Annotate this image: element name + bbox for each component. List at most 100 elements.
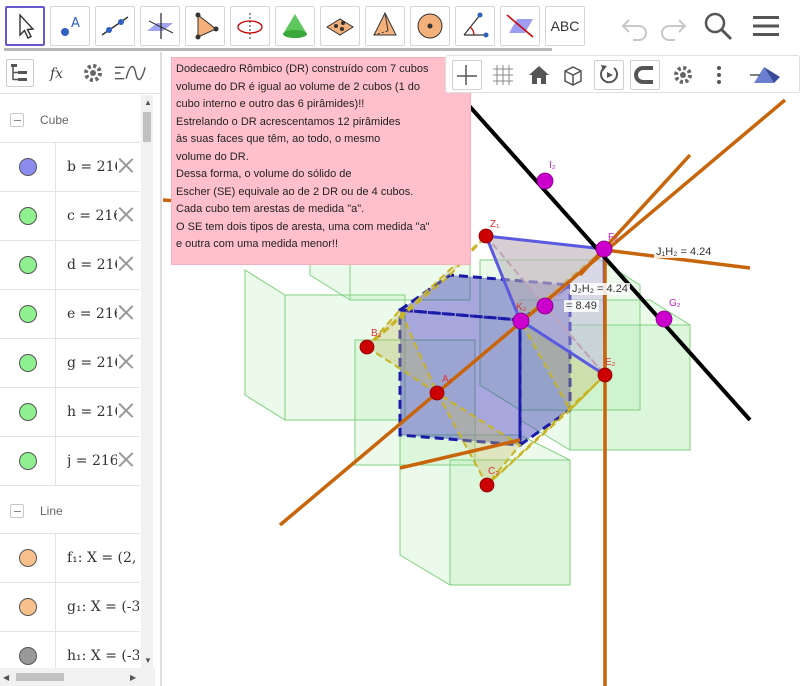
search-button[interactable] [700, 8, 736, 44]
visibility-toggle[interactable] [19, 305, 37, 323]
delete-icon[interactable] [118, 402, 134, 418]
algebra-row[interactable]: h₁: X = (-3, [0, 632, 140, 668]
grid-icon [493, 65, 513, 85]
algebra-view-header: fx [0, 52, 160, 94]
algebra-settings-button[interactable] [79, 59, 107, 87]
visibility-cell [0, 534, 56, 582]
clipping-button[interactable] [630, 60, 660, 90]
algebra-row[interactable]: h = 216 [0, 388, 140, 437]
toolbar-scrollbar[interactable] [4, 48, 552, 51]
scroll-down-icon[interactable]: ▼ [144, 656, 152, 665]
group-header-line[interactable]: Line [0, 486, 140, 534]
algebra-expression[interactable]: f₁: X = (2, 8 [67, 550, 139, 566]
algebra-expression[interactable]: g = 216 [67, 355, 117, 371]
grid-toggle-button[interactable] [488, 60, 518, 90]
visibility-toggle[interactable] [19, 549, 37, 567]
collapse-icon[interactable] [10, 113, 24, 127]
delete-icon[interactable] [118, 451, 134, 467]
view-direction-button[interactable] [558, 60, 588, 90]
scroll-right-icon[interactable]: ▶ [130, 673, 136, 682]
cone-tool-button[interactable] [275, 6, 315, 46]
svg-text:fx: fx [49, 66, 63, 82]
group-header-cube[interactable]: Cube [0, 95, 140, 143]
scroll-up-icon[interactable]: ▲ [144, 98, 152, 107]
home-icon [529, 66, 549, 84]
sphere-tool-button[interactable] [410, 6, 450, 46]
algebra-description-button[interactable] [112, 59, 148, 87]
delete-icon[interactable] [118, 353, 134, 369]
algebra-row[interactable]: c = 216 [0, 192, 140, 241]
algebra-expression[interactable]: c = 216 [67, 208, 117, 224]
algebra-row[interactable]: g = 216 [0, 339, 140, 388]
line-tool-button[interactable] [95, 6, 135, 46]
visibility-toggle[interactable] [19, 354, 37, 372]
visibility-toggle[interactable] [19, 647, 37, 665]
style-bar-toggle-icon [750, 67, 780, 83]
rotate-view-button[interactable] [594, 60, 624, 90]
toggle-style-bar-button[interactable] [746, 60, 786, 90]
algebra-row[interactable]: d = 216 [0, 241, 140, 290]
group-name: Line [40, 504, 63, 518]
algebra-expression[interactable]: b = 216 [67, 159, 117, 175]
visibility-toggle[interactable] [19, 256, 37, 274]
visibility-cell [0, 290, 56, 338]
text-line: Escher (SE) equivale ao de 2 DR ou de 4 … [176, 185, 414, 198]
algebra-vertical-scrollbar[interactable] [141, 95, 153, 668]
delete-icon[interactable] [118, 255, 134, 271]
algebra-expression[interactable]: g₁: X = (-3, [67, 599, 139, 615]
angle-icon [463, 12, 489, 38]
undo-button[interactable] [617, 8, 653, 44]
text-tool-button[interactable]: ABC [545, 6, 585, 46]
visibility-toggle[interactable] [19, 452, 37, 470]
delete-icon[interactable] [118, 206, 134, 222]
redo-button[interactable] [655, 8, 691, 44]
point-tool-button[interactable]: A [50, 6, 90, 46]
collapse-icon[interactable] [10, 504, 24, 518]
algebra-expression[interactable]: e = 216 [67, 306, 117, 322]
visibility-toggle[interactable] [19, 158, 37, 176]
angle-tool-button[interactable] [455, 6, 495, 46]
reflect-tool-button[interactable] [500, 6, 540, 46]
algebra-row[interactable]: j = 216 [0, 437, 140, 486]
main-toolbar: A ABC [0, 0, 800, 52]
info-text-box[interactable]: Dodecaedro Rômbico (DR) construído com 7… [171, 57, 471, 265]
graphics-settings-button[interactable] [668, 60, 698, 90]
visibility-toggle[interactable] [19, 207, 37, 225]
plane-tool-button[interactable] [140, 6, 180, 46]
algebra-expression[interactable]: h = 216 [67, 404, 117, 420]
visibility-toggle[interactable] [19, 598, 37, 616]
algebra-row[interactable]: f₁: X = (2, 8 [0, 534, 140, 583]
move-tool-button[interactable] [5, 6, 45, 46]
visibility-cell [0, 339, 56, 387]
tree-view-button[interactable] [6, 59, 34, 87]
algebra-horizontal-scroll-thumb[interactable] [16, 673, 64, 681]
algebra-row[interactable]: b = 216 [0, 143, 140, 192]
home-view-button[interactable] [524, 60, 554, 90]
menu-icon [753, 16, 779, 36]
prism-tool-button[interactable] [365, 6, 405, 46]
fx-button[interactable]: fx [46, 59, 74, 87]
visibility-cell [0, 632, 56, 668]
text-line: Estrelando o DR acrescentamos 12 pirâmid… [176, 115, 401, 128]
delete-icon[interactable] [118, 157, 134, 173]
cursor-arrow-icon [19, 13, 35, 39]
pyramid-tool-button[interactable] [185, 6, 225, 46]
delete-icon[interactable] [118, 304, 134, 320]
algebra-row[interactable]: g₁: X = (-3, [0, 583, 140, 632]
algebra-row[interactable]: e = 216 [0, 290, 140, 339]
algebra-vertical-scroll-thumb[interactable] [143, 112, 151, 142]
text-line: Cada cubo tem arestas de medida "a". [176, 203, 365, 215]
algebra-expression[interactable]: j = 216 [67, 453, 117, 469]
axes-toggle-button[interactable] [452, 60, 482, 90]
scroll-left-icon[interactable]: ◀ [3, 673, 9, 682]
circle-axis-tool-button[interactable] [230, 6, 270, 46]
visibility-toggle[interactable] [19, 403, 37, 421]
more-options-button[interactable] [704, 60, 734, 90]
net-tool-button[interactable] [320, 6, 360, 46]
net-icon [326, 18, 354, 36]
algebra-expression[interactable]: d = 216 [67, 257, 117, 273]
algebra-expression[interactable]: h₁: X = (-3, [67, 648, 139, 664]
menu-button[interactable] [748, 8, 784, 44]
cube-icon [564, 66, 582, 86]
visibility-cell [0, 143, 56, 191]
